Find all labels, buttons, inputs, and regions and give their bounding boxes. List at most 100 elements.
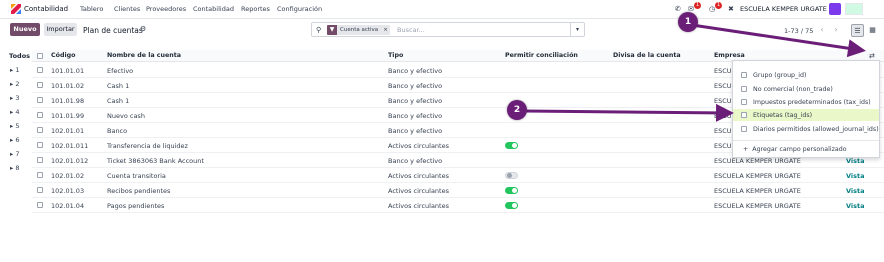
- table-row[interactable]: 102.01.02 Cuenta transitoria Activos circu…: [32, 168, 884, 183]
- row-checkbox[interactable]: [37, 187, 43, 193]
- header-code[interactable]: Código: [51, 52, 75, 59]
- sidebar-group-1[interactable]: ▸ 1: [10, 66, 19, 74]
- sidebar-group-8[interactable]: ▸ 8: [10, 164, 19, 172]
- chat-badge: 1: [694, 2, 702, 9]
- header-reconcile[interactable]: Permitir conciliación: [505, 52, 578, 59]
- activity-badge: 1: [715, 2, 723, 9]
- tools-icon[interactable]: ✖: [728, 5, 734, 13]
- cell-code: 102.01.012: [51, 157, 89, 165]
- header-type[interactable]: Tipo: [388, 52, 403, 59]
- reconcile-toggle[interactable]: [505, 202, 518, 209]
- sidebar-group-7[interactable]: ▸ 7: [10, 150, 19, 158]
- checkbox[interactable]: [741, 99, 747, 105]
- sidebar-group-5[interactable]: ▸ 5: [10, 122, 19, 130]
- sidebar-group-4[interactable]: ▸ 4: [10, 108, 19, 116]
- cell-name: Recibos pendientes: [107, 187, 171, 195]
- optional-column-non-trade[interactable]: No comercial (non_trade): [733, 83, 879, 95]
- optional-columns-dropdown: Grupo (group_id) No comercial (non_trade…: [732, 60, 880, 158]
- cell-name: Pagos pendientes: [107, 202, 165, 210]
- row-checkbox[interactable]: [37, 82, 43, 88]
- phone-icon[interactable]: ✆: [675, 5, 681, 13]
- pager-next-icon[interactable]: ›: [830, 24, 842, 36]
- breadcrumb: Plan de cuentas: [83, 26, 143, 35]
- optional-column-tag-ids[interactable]: Etiquetas (tag_ids): [733, 109, 879, 121]
- reconcile-toggle[interactable]: [505, 172, 518, 179]
- cell-code: 102.01.01: [51, 127, 85, 135]
- menu-reportes[interactable]: Reportes: [241, 5, 270, 13]
- table-row[interactable]: 102.01.04 Pagos pendientes Activos circula…: [32, 198, 884, 213]
- cell-name: Transferencia de liquidez: [107, 142, 188, 150]
- import-button[interactable]: Importar: [44, 23, 77, 36]
- cell-name: Efectivo: [107, 67, 134, 75]
- cell-company: ESCUELA KEMPER URGATE: [714, 172, 801, 180]
- checkbox[interactable]: [741, 86, 747, 92]
- optional-columns-toggle-icon[interactable]: ⇄: [869, 52, 875, 60]
- select-all-checkbox[interactable]: [37, 53, 43, 59]
- company-logo[interactable]: [829, 3, 841, 15]
- menu-proveedores[interactable]: Proveedores: [146, 5, 186, 13]
- sidebar-group-3[interactable]: ▸ 3: [10, 94, 19, 102]
- cell-code: 102.01.04: [51, 202, 85, 210]
- checkbox[interactable]: [741, 126, 747, 132]
- row-checkbox[interactable]: [37, 142, 43, 148]
- pager-prev-icon[interactable]: ‹: [816, 24, 828, 36]
- view-link[interactable]: Vista: [846, 172, 865, 180]
- sidebar-all[interactable]: Todos: [9, 52, 30, 60]
- top-navbar: Contabilidad Tablero Clientes Proveedore…: [0, 0, 884, 19]
- user-avatar[interactable]: [845, 3, 863, 15]
- cell-type: Banco y efectivo: [388, 157, 443, 165]
- kanban-view-icon[interactable]: ▦: [866, 24, 879, 37]
- row-checkbox[interactable]: [37, 112, 43, 118]
- gear-icon[interactable]: ⚙: [140, 25, 146, 33]
- cell-code: 101.01.02: [51, 82, 85, 90]
- menu-configuracion[interactable]: Configuración: [277, 5, 322, 13]
- cell-company: ESCUELA KEMPER URGATE: [714, 187, 801, 195]
- menu-clientes[interactable]: Clientes: [114, 5, 140, 13]
- header-currency[interactable]: Divisa de la cuenta: [613, 52, 681, 59]
- header-name[interactable]: Nombre de la cuenta: [107, 52, 181, 59]
- search-icon[interactable]: ⚲: [316, 26, 321, 34]
- company-switcher[interactable]: ESCUELA KEMPER URGATE: [740, 5, 827, 13]
- facet-label: Cuenta activa: [337, 25, 382, 35]
- checkbox[interactable]: [741, 112, 747, 118]
- view-link[interactable]: Vista: [846, 187, 865, 195]
- app-logo-icon[interactable]: [11, 4, 21, 14]
- optional-column-tax-ids[interactable]: Impuestos predeterminados (tax_ids): [733, 96, 879, 108]
- add-custom-field-button[interactable]: + Agregar campo personalizado: [743, 146, 847, 153]
- cell-type: Activos circulantes: [388, 172, 449, 180]
- row-checkbox[interactable]: [37, 202, 43, 208]
- app-name[interactable]: Contabilidad: [24, 5, 68, 13]
- cell-type: Banco y efectivo: [388, 82, 443, 90]
- row-checkbox[interactable]: [37, 157, 43, 163]
- plus-icon: +: [743, 146, 749, 153]
- pager-value[interactable]: 1-73 / 75: [784, 27, 813, 35]
- sidebar-group-2[interactable]: ▸ 2: [10, 80, 19, 88]
- header-company[interactable]: Empresa: [714, 52, 745, 59]
- checkbox[interactable]: [741, 72, 747, 78]
- menu-tablero[interactable]: Tablero: [80, 5, 103, 13]
- view-link[interactable]: Vista: [846, 157, 865, 165]
- row-checkbox[interactable]: [37, 172, 43, 178]
- search-options-dropdown-icon[interactable]: ▾: [570, 23, 584, 36]
- cell-name: Nuevo cash: [107, 112, 145, 120]
- row-checkbox[interactable]: [37, 127, 43, 133]
- row-checkbox[interactable]: [37, 67, 43, 73]
- cell-code: 102.01.03: [51, 187, 85, 195]
- reconcile-toggle[interactable]: [505, 142, 518, 149]
- table-row[interactable]: 102.01.03 Recibos pendientes Activos circu…: [32, 183, 884, 198]
- list-view-icon[interactable]: ☰: [851, 24, 864, 37]
- row-checkbox[interactable]: [37, 97, 43, 103]
- sidebar-group-6[interactable]: ▸ 6: [10, 136, 19, 144]
- optional-column-allowed-journals[interactable]: Diarios permitidos (allowed_journal_ids): [733, 123, 879, 135]
- facet-remove-icon[interactable]: ×: [381, 25, 390, 35]
- reconcile-toggle[interactable]: [505, 187, 518, 194]
- search-input[interactable]: Buscar...: [397, 26, 425, 34]
- cell-code: 102.01.011: [51, 142, 89, 150]
- new-button[interactable]: Nuevo: [10, 23, 40, 36]
- menu-contabilidad[interactable]: Contabilidad: [193, 5, 234, 13]
- optional-column-group[interactable]: Grupo (group_id): [733, 69, 879, 81]
- cell-company: ESCUELA KEMPER URGATE: [714, 202, 801, 210]
- view-link[interactable]: Vista: [846, 202, 865, 210]
- cell-name: Ticket 3863063 Bank Account: [107, 157, 204, 165]
- cell-type: Banco y efectivo: [388, 127, 443, 135]
